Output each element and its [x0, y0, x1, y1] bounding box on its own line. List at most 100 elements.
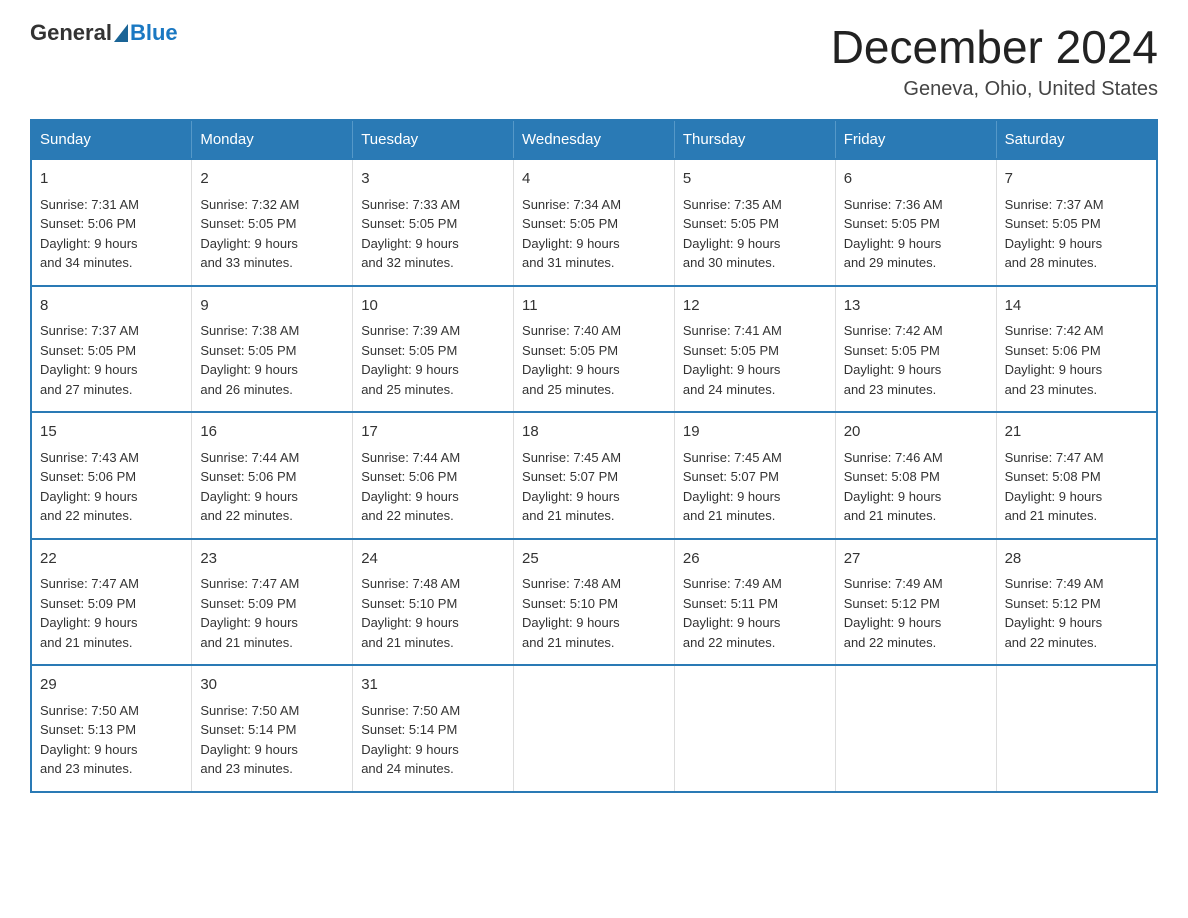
logo-general-text: General [30, 20, 112, 46]
weekday-header-monday: Monday [192, 120, 353, 159]
day-number: 29 [40, 674, 183, 697]
day-number: 7 [1005, 168, 1148, 191]
calendar-table: SundayMondayTuesdayWednesdayThursdayFrid… [30, 119, 1158, 793]
calendar-cell: 21 Sunrise: 7:47 AMSunset: 5:08 PMDayligh… [996, 412, 1157, 539]
calendar-cell: 19Sunrise: 7:45 AMSunset: 5:07 PMDayligh… [674, 412, 835, 539]
location-title: Geneva, Ohio, United States [831, 78, 1158, 101]
day-number: 27 [844, 548, 988, 571]
calendar-cell: 15 Sunrise: 7:43 AMSunset: 5:06 PMDayligh… [31, 412, 192, 539]
day-number: 21 [1005, 421, 1148, 444]
day-info: Sunrise: 7:46 AMSunset: 5:08 PMDaylight:… [844, 450, 943, 524]
weekday-header-sunday: Sunday [31, 120, 192, 159]
day-info: Sunrise: 7:49 AMSunset: 5:11 PMDaylight:… [683, 576, 782, 650]
day-info: Sunrise: 7:47 AMSunset: 5:08 PMDaylight:… [1005, 450, 1104, 524]
calendar-cell: 13 Sunrise: 7:42 AMSunset: 5:05 PMDayligh… [835, 286, 996, 413]
day-number: 2 [200, 168, 344, 191]
calendar-cell: 30 Sunrise: 7:50 AMSunset: 5:14 PMDayligh… [192, 665, 353, 792]
day-info: Sunrise: 7:47 AMSunset: 5:09 PMDaylight:… [40, 576, 139, 650]
calendar-cell [835, 665, 996, 792]
day-info: Sunrise: 7:50 AMSunset: 5:14 PMDaylight:… [361, 703, 460, 777]
day-info: Sunrise: 7:48 AMSunset: 5:10 PMDaylight:… [522, 576, 621, 650]
day-info: Sunrise: 7:45 AMSunset: 5:07 PMDaylight:… [522, 450, 621, 524]
day-info: Sunrise: 7:42 AMSunset: 5:06 PMDaylight:… [1005, 323, 1104, 397]
day-number: 23 [200, 548, 344, 571]
calendar-cell: 29 Sunrise: 7:50 AMSunset: 5:13 PMDayligh… [31, 665, 192, 792]
day-info: Sunrise: 7:43 AMSunset: 5:06 PMDaylight:… [40, 450, 139, 524]
calendar-cell [514, 665, 675, 792]
calendar-cell: 3Sunrise: 7:33 AMSunset: 5:05 PMDaylight… [353, 159, 514, 286]
calendar-cell: 17 Sunrise: 7:44 AMSunset: 5:06 PMDayligh… [353, 412, 514, 539]
calendar-cell: 10 Sunrise: 7:39 AMSunset: 5:05 PMDayligh… [353, 286, 514, 413]
day-number: 31 [361, 674, 505, 697]
calendar-cell: 26 Sunrise: 7:49 AMSunset: 5:11 PMDayligh… [674, 539, 835, 666]
day-info: Sunrise: 7:47 AMSunset: 5:09 PMDaylight:… [200, 576, 299, 650]
day-info: Sunrise: 7:32 AMSunset: 5:05 PMDaylight:… [200, 197, 299, 271]
day-number: 11 [522, 295, 666, 318]
day-info: Sunrise: 7:50 AMSunset: 5:14 PMDaylight:… [200, 703, 299, 777]
day-info: Sunrise: 7:42 AMSunset: 5:05 PMDaylight:… [844, 323, 943, 397]
calendar-cell: 20 Sunrise: 7:46 AMSunset: 5:08 PMDayligh… [835, 412, 996, 539]
day-info: Sunrise: 7:44 AMSunset: 5:06 PMDaylight:… [361, 450, 460, 524]
day-info: Sunrise: 7:48 AMSunset: 5:10 PMDaylight:… [361, 576, 460, 650]
weekday-header-friday: Friday [835, 120, 996, 159]
calendar-week-2: 8Sunrise: 7:37 AMSunset: 5:05 PMDaylight… [31, 286, 1157, 413]
day-number: 24 [361, 548, 505, 571]
day-number: 16 [200, 421, 344, 444]
calendar-cell: 7 Sunrise: 7:37 AMSunset: 5:05 PMDaylight… [996, 159, 1157, 286]
day-number: 20 [844, 421, 988, 444]
day-number: 10 [361, 295, 505, 318]
logo: General Blue [30, 20, 178, 46]
logo-area: General Blue [30, 20, 178, 46]
weekday-header-wednesday: Wednesday [514, 120, 675, 159]
calendar-cell: 23 Sunrise: 7:47 AMSunset: 5:09 PMDayligh… [192, 539, 353, 666]
title-area: December 2024 Geneva, Ohio, United State… [831, 20, 1158, 101]
day-info: Sunrise: 7:50 AMSunset: 5:13 PMDaylight:… [40, 703, 139, 777]
day-number: 30 [200, 674, 344, 697]
day-number: 12 [683, 295, 827, 318]
day-info: Sunrise: 7:39 AMSunset: 5:05 PMDaylight:… [361, 323, 460, 397]
day-info: Sunrise: 7:38 AMSunset: 5:05 PMDaylight:… [200, 323, 299, 397]
logo-triangle-icon [114, 24, 128, 42]
calendar-week-5: 29 Sunrise: 7:50 AMSunset: 5:13 PMDayligh… [31, 665, 1157, 792]
day-number: 1 [40, 168, 183, 191]
day-info: Sunrise: 7:45 AMSunset: 5:07 PMDaylight:… [683, 450, 782, 524]
day-number: 25 [522, 548, 666, 571]
weekday-header-saturday: Saturday [996, 120, 1157, 159]
weekday-header-tuesday: Tuesday [353, 120, 514, 159]
day-number: 26 [683, 548, 827, 571]
day-number: 6 [844, 168, 988, 191]
calendar-week-1: 1Sunrise: 7:31 AMSunset: 5:06 PMDaylight… [31, 159, 1157, 286]
calendar-cell: 6 Sunrise: 7:36 AMSunset: 5:05 PMDaylight… [835, 159, 996, 286]
day-info: Sunrise: 7:35 AMSunset: 5:05 PMDaylight:… [683, 197, 782, 271]
day-info: Sunrise: 7:36 AMSunset: 5:05 PMDaylight:… [844, 197, 943, 271]
header-area: General Blue December 2024 Geneva, Ohio,… [30, 20, 1158, 101]
calendar-cell [996, 665, 1157, 792]
calendar-week-3: 15 Sunrise: 7:43 AMSunset: 5:06 PMDayligh… [31, 412, 1157, 539]
calendar-cell: 1Sunrise: 7:31 AMSunset: 5:06 PMDaylight… [31, 159, 192, 286]
day-number: 5 [683, 168, 827, 191]
day-info: Sunrise: 7:41 AMSunset: 5:05 PMDaylight:… [683, 323, 782, 397]
calendar-cell: 9 Sunrise: 7:38 AMSunset: 5:05 PMDaylight… [192, 286, 353, 413]
day-info: Sunrise: 7:34 AMSunset: 5:05 PMDaylight:… [522, 197, 621, 271]
calendar-cell: 8Sunrise: 7:37 AMSunset: 5:05 PMDaylight… [31, 286, 192, 413]
day-number: 9 [200, 295, 344, 318]
day-number: 13 [844, 295, 988, 318]
weekday-header-row: SundayMondayTuesdayWednesdayThursdayFrid… [31, 120, 1157, 159]
day-number: 15 [40, 421, 183, 444]
calendar-cell: 24 Sunrise: 7:48 AMSunset: 5:10 PMDayligh… [353, 539, 514, 666]
calendar-cell: 18 Sunrise: 7:45 AMSunset: 5:07 PMDayligh… [514, 412, 675, 539]
day-number: 8 [40, 295, 183, 318]
calendar-cell: 28Sunrise: 7:49 AMSunset: 5:12 PMDayligh… [996, 539, 1157, 666]
day-number: 17 [361, 421, 505, 444]
day-info: Sunrise: 7:40 AMSunset: 5:05 PMDaylight:… [522, 323, 621, 397]
month-title: December 2024 [831, 20, 1158, 74]
calendar-cell: 22 Sunrise: 7:47 AMSunset: 5:09 PMDayligh… [31, 539, 192, 666]
day-info: Sunrise: 7:33 AMSunset: 5:05 PMDaylight:… [361, 197, 460, 271]
calendar-cell: 14 Sunrise: 7:42 AMSunset: 5:06 PMDayligh… [996, 286, 1157, 413]
day-number: 14 [1005, 295, 1148, 318]
day-number: 22 [40, 548, 183, 571]
day-info: Sunrise: 7:37 AMSunset: 5:05 PMDaylight:… [1005, 197, 1104, 271]
day-number: 18 [522, 421, 666, 444]
calendar-cell: 27Sunrise: 7:49 AMSunset: 5:12 PMDayligh… [835, 539, 996, 666]
calendar-cell: 4Sunrise: 7:34 AMSunset: 5:05 PMDaylight… [514, 159, 675, 286]
